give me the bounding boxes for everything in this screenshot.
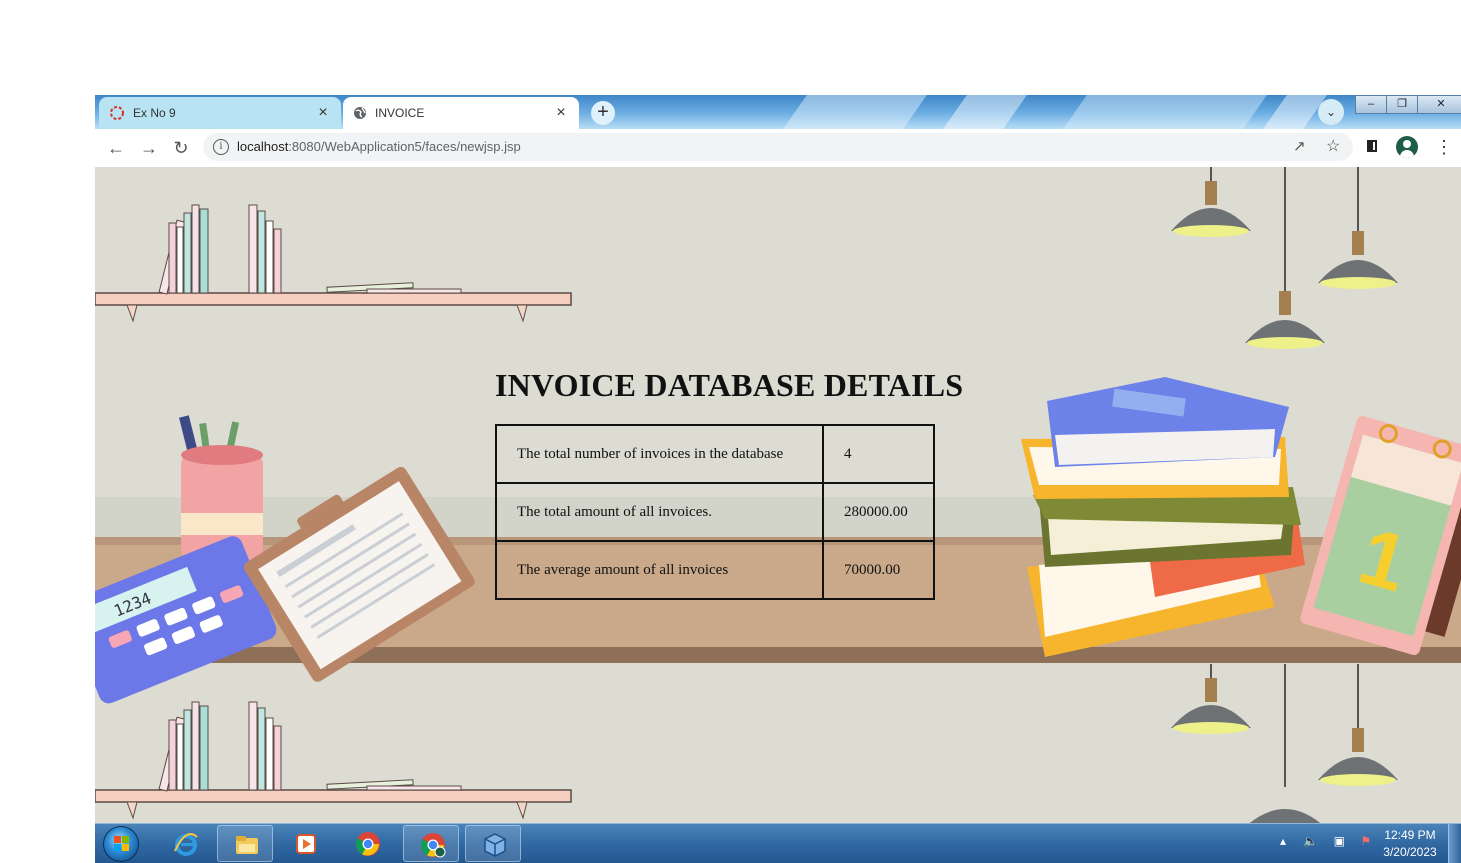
close-window-button[interactable]: ✕ (1417, 95, 1461, 114)
windows-logo-icon (114, 836, 129, 851)
row-label: The total number of invoices in the data… (495, 424, 824, 484)
internet-explorer-icon (174, 833, 198, 856)
folder-icon (236, 836, 258, 854)
clock-date: 3/20/2023 (1383, 845, 1437, 859)
chrome-profile-icon (420, 833, 446, 858)
windows-taskbar: ▴ 🔈 ▣ ⚑ 12:49 PM 3/20/2023 (95, 823, 1461, 863)
taskbar-clock[interactable]: 12:49 PM 3/20/2023 (1375, 827, 1445, 861)
arrow-right-icon: → (140, 138, 158, 158)
bookmark-star-icon[interactable]: ☆ (1326, 136, 1340, 156)
tab-search-button[interactable]: ⌄ (1318, 99, 1344, 125)
back-button[interactable]: ← (105, 138, 127, 158)
reload-icon: ↻ (173, 138, 189, 158)
taskbar-app-chrome[interactable] (339, 825, 395, 862)
maximize-button[interactable]: ❐ (1386, 95, 1418, 114)
taskbar-app-virtualbox[interactable] (465, 825, 521, 862)
profile-avatar[interactable] (1396, 136, 1418, 158)
side-panel-icon[interactable] (1367, 140, 1377, 152)
url-text[interactable]: localhost:8080/WebApplication5/faces/new… (237, 139, 521, 154)
chevron-down-icon: ⌄ (1325, 105, 1337, 119)
tab-strip: Ex No 9 × INVOICE × + ⌄ – ❐ ✕ (95, 95, 1461, 129)
taskbar-app-file-explorer[interactable] (217, 825, 273, 862)
tab-invoice[interactable]: INVOICE × (343, 97, 579, 129)
taskbar-app-media-player[interactable] (277, 825, 333, 862)
table-row: The total number of invoices in the data… (495, 424, 935, 484)
address-bar[interactable]: i localhost:8080/WebApplication5/faces/n… (203, 133, 1353, 161)
tab-title: INVOICE (375, 106, 425, 120)
chrome-icon (355, 832, 380, 856)
invoice-summary-table: The total number of invoices in the data… (495, 424, 935, 600)
tab-ex-no-9[interactable]: Ex No 9 × (99, 97, 341, 129)
table-row: The total amount of all invoices. 280000… (495, 482, 935, 542)
url-host: localhost (237, 139, 289, 154)
start-button[interactable] (103, 826, 139, 862)
share-icon[interactable]: ↗ (1293, 137, 1306, 155)
media-player-icon (296, 834, 316, 854)
browser-toolbar: ← → ↻ i localhost:8080/WebApplication5/f… (95, 129, 1461, 167)
row-value: 4 (822, 424, 935, 484)
virtualbox-icon (484, 833, 506, 857)
row-label: The average amount of all invoices (495, 540, 824, 600)
tray-expand-icon[interactable]: ▴ (1280, 834, 1286, 848)
row-value: 280000.00 (822, 482, 935, 542)
tab-close-icon[interactable]: × (553, 104, 569, 122)
loading-icon (110, 106, 124, 120)
row-label: The total amount of all invoices. (495, 482, 824, 542)
action-center-icon[interactable]: ⚑ (1360, 834, 1371, 848)
arrow-left-icon: ← (107, 138, 125, 158)
page-content: 1234 1 INVOICE DATABASE DETAILS The tota… (95, 167, 1461, 823)
window-controls: – ❐ ✕ (1355, 95, 1461, 114)
volume-icon[interactable]: 🔈 (1303, 834, 1318, 848)
url-path: :8080/WebApplication5/faces/newjsp.jsp (288, 139, 521, 154)
menu-kebab-icon[interactable]: ⋮ (1435, 137, 1453, 157)
table-row: The average amount of all invoices 70000… (495, 540, 935, 600)
minimize-button[interactable]: – (1355, 95, 1387, 114)
taskbar-app-internet-explorer[interactable] (157, 825, 213, 862)
tab-close-icon[interactable]: × (315, 104, 331, 122)
network-icon[interactable]: ▣ (1334, 834, 1345, 848)
tab-title: Ex No 9 (133, 106, 176, 120)
show-desktop-button[interactable] (1448, 824, 1461, 863)
new-tab-button[interactable]: + (591, 101, 615, 125)
page-title: INVOICE DATABASE DETAILS (495, 367, 964, 403)
reload-button[interactable]: ↻ (170, 138, 192, 158)
browser-window: Ex No 9 × INVOICE × + ⌄ – ❐ ✕ ← → ↻ i lo… (95, 95, 1461, 823)
system-tray: ▴ 🔈 ▣ ⚑ (1280, 834, 1371, 848)
row-value: 70000.00 (822, 540, 935, 600)
clock-time: 12:49 PM (1384, 828, 1436, 842)
taskbar-app-chrome-profile[interactable] (403, 825, 459, 862)
info-icon[interactable]: i (213, 139, 229, 155)
forward-button[interactable]: → (138, 138, 160, 158)
globe-icon (354, 107, 366, 119)
